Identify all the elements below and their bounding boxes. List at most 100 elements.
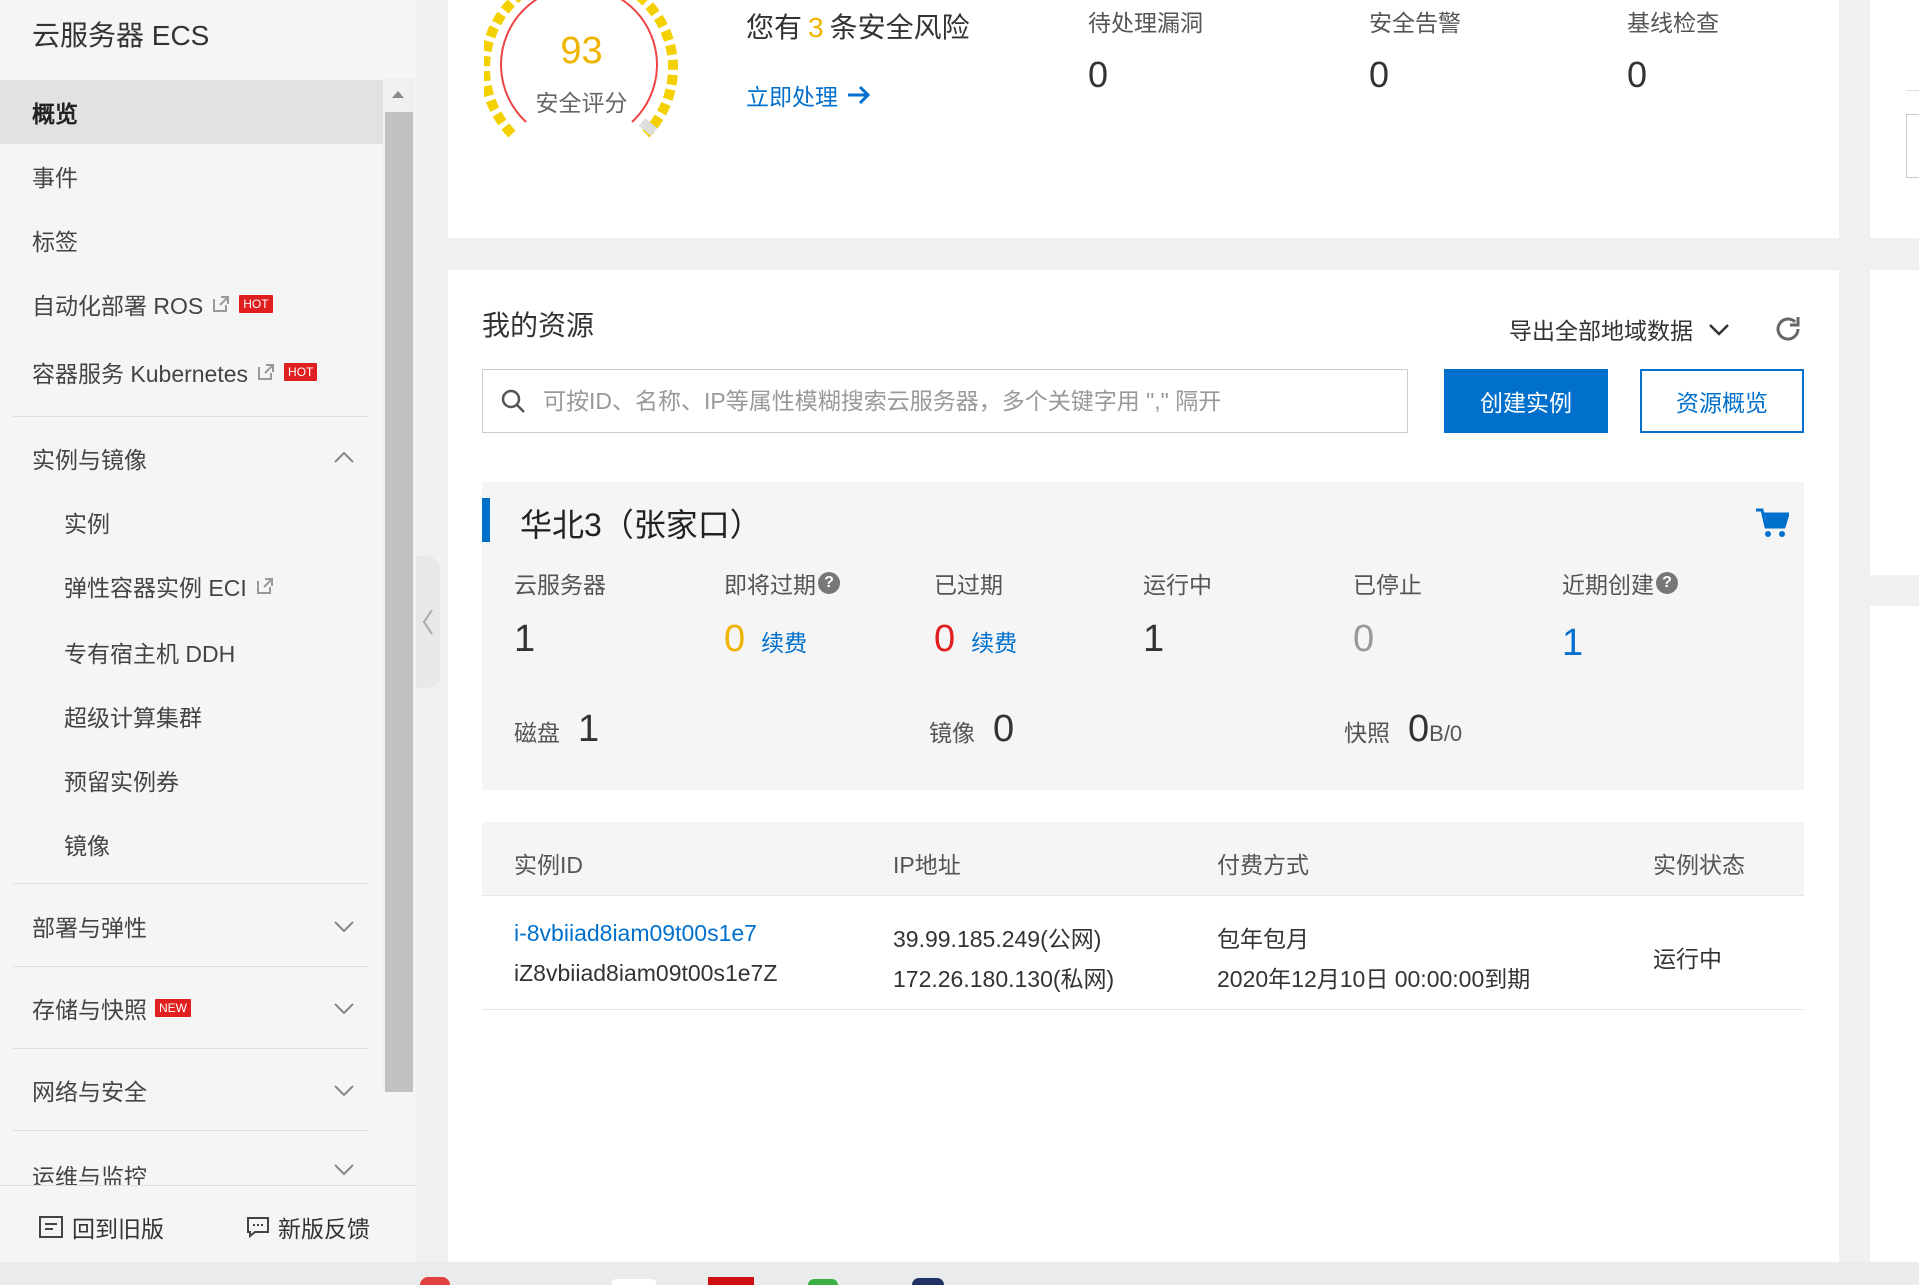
divider xyxy=(13,1130,369,1131)
sidebar-item-reserved[interactable]: 预留实例券 xyxy=(0,748,383,812)
payment-type: 包年包月 xyxy=(1217,926,1309,952)
disk-value[interactable]: 1 xyxy=(578,708,599,751)
sidebar-group-network[interactable]: 网络与安全 xyxy=(0,1058,383,1122)
image-value[interactable]: 0 xyxy=(993,708,1014,751)
sidebar-scrollbar-thumb[interactable] xyxy=(385,112,413,1092)
external-link-icon xyxy=(258,364,275,380)
right-panel-card xyxy=(1870,0,1919,238)
taskbar-app-icon[interactable] xyxy=(808,1279,838,1285)
stat-value-text[interactable]: 0 xyxy=(934,618,955,661)
sidebar-item-ddh[interactable]: 专有宿主机 DDH xyxy=(0,620,383,684)
stat-vulnerabilities-title: 待处理漏洞 xyxy=(1088,10,1203,36)
snapshot-value[interactable]: 0B/0 xyxy=(1408,708,1462,751)
hot-badge: HOT xyxy=(239,295,273,313)
sidebar-item-kubernetes[interactable]: 容器服务 Kubernetes HOT xyxy=(0,340,383,404)
stat-value-text: 1 xyxy=(514,618,536,660)
stat-label-text: 已过期 xyxy=(934,572,1003,598)
sidebar-item-eci[interactable]: 弹性容器实例 ECI xyxy=(0,554,383,618)
renew-link[interactable]: 续费 xyxy=(761,624,807,658)
renew-link[interactable]: 续费 xyxy=(971,624,1017,658)
col-payment-type: 付费方式 xyxy=(1217,852,1309,878)
search-input[interactable] xyxy=(543,387,1407,415)
stat-alerts-value[interactable]: 0 xyxy=(1369,54,1389,96)
new-badge: NEW xyxy=(155,999,191,1017)
stat-stopped-value[interactable]: 0 xyxy=(1353,618,1374,661)
stat-value-text: 1 xyxy=(1143,618,1165,660)
sidebar-group-label: 存储与快照 xyxy=(32,997,147,1023)
stat-value-text[interactable]: 0 xyxy=(724,618,745,661)
stat-servers-value[interactable]: 1 xyxy=(514,618,535,661)
create-instance-button[interactable]: 创建实例 xyxy=(1444,369,1608,433)
sidebar-item-label: 超级计算集群 xyxy=(64,705,202,731)
sidebar-item-ros[interactable]: 自动化部署 ROS HOT xyxy=(0,272,383,336)
instance-table-header xyxy=(482,822,1804,896)
refresh-icon[interactable] xyxy=(1773,314,1803,344)
old-version-icon xyxy=(39,1216,63,1238)
sidebar-group-instances[interactable]: 实例与镜像 xyxy=(0,426,383,490)
scroll-up-arrow-icon[interactable] xyxy=(388,84,408,104)
partial-input xyxy=(1906,114,1919,178)
divider xyxy=(13,1048,369,1049)
stat-value-text: 0 xyxy=(1353,618,1375,660)
divider xyxy=(13,966,369,967)
sidebar-item-label: 弹性容器实例 ECI xyxy=(64,575,247,601)
sidebar-item-instances[interactable]: 实例 xyxy=(0,490,383,554)
stat-baseline-value[interactable]: 0 xyxy=(1627,54,1647,96)
sidebar-group-deploy[interactable]: 部署与弹性 xyxy=(0,894,383,958)
export-region-data-dropdown[interactable]: 导出全部地域数据 xyxy=(1509,312,1731,346)
stat-expired-label: 已过期 xyxy=(934,566,1003,600)
sidebar-group-label: 实例与镜像 xyxy=(32,447,147,473)
chevron-down-icon xyxy=(1709,324,1729,336)
stat-expiring-value: 0 续费 xyxy=(724,618,807,661)
taskbar-app-icon[interactable] xyxy=(912,1278,944,1285)
stat-label-text: 即将过期 xyxy=(724,572,816,598)
stat-running-label: 运行中 xyxy=(1143,566,1212,600)
sidebar-item-label: 预留实例券 xyxy=(64,769,179,795)
sidebar-collapse-handle[interactable] xyxy=(416,556,440,688)
external-link-icon xyxy=(213,296,230,312)
hot-badge: HOT xyxy=(284,363,318,381)
sidebar-group-label: 运维与监控 xyxy=(32,1164,147,1185)
image-label: 镜像 xyxy=(929,720,975,746)
handle-now-link[interactable]: 立即处理 xyxy=(746,78,872,112)
stat-recent-value[interactable]: 1 xyxy=(1562,622,1583,665)
col-instance-id: 实例ID xyxy=(514,852,583,878)
help-icon[interactable]: ? xyxy=(1656,572,1678,594)
arrow-right-icon xyxy=(848,85,871,105)
instance-search-box[interactable] xyxy=(482,369,1408,433)
back-to-old-version-link[interactable]: 回到旧版 xyxy=(38,1210,164,1244)
taskbar-app-icon[interactable] xyxy=(420,1277,450,1285)
resource-overview-button[interactable]: 资源概览 xyxy=(1640,369,1804,433)
sidebar-group-storage[interactable]: 存储与快照 NEW xyxy=(0,976,383,1040)
stat-expiring-label: 即将过期? xyxy=(724,566,840,600)
chevron-left-icon xyxy=(422,609,433,635)
instance-id-link[interactable]: i-8vbiiad8iam09t00s1e7 xyxy=(514,920,757,947)
feedback-link[interactable]: 新版反馈 xyxy=(246,1210,370,1244)
stat-value-text: 1 xyxy=(1562,622,1584,664)
stat-vulnerabilities-value[interactable]: 0 xyxy=(1088,54,1108,96)
taskbar-app-icon[interactable] xyxy=(612,1279,656,1285)
stat-expired-value: 0 续费 xyxy=(934,618,1017,661)
external-link-icon xyxy=(256,578,273,594)
stat-servers-label: 云服务器 xyxy=(514,566,606,600)
sidebar-group-ops[interactable]: 运维与监控 xyxy=(0,1140,383,1185)
right-panel-card xyxy=(1870,270,1919,575)
sidebar-item-label: 容器服务 Kubernetes xyxy=(32,361,249,387)
stat-alerts-title: 安全告警 xyxy=(1369,10,1461,36)
sidebar-item-overview[interactable]: 概览 xyxy=(0,80,383,144)
risk-suffix: 条安全风险 xyxy=(829,12,970,43)
sidebar-item-images[interactable]: 镜像 xyxy=(0,812,383,876)
sidebar-item-events[interactable]: 事件 xyxy=(0,144,383,208)
cart-icon[interactable] xyxy=(1755,507,1789,539)
help-icon[interactable]: ? xyxy=(818,572,840,594)
handle-now-label: 立即处理 xyxy=(746,84,838,110)
risk-count: 3 xyxy=(808,12,824,43)
sidebar-item-scc[interactable]: 超级计算集群 xyxy=(0,684,383,748)
stat-running-value[interactable]: 1 xyxy=(1143,618,1164,661)
snapshot-label: 快照 xyxy=(1344,720,1390,746)
stat-stopped-label: 已停止 xyxy=(1353,566,1422,600)
taskbar-strip xyxy=(0,1262,1919,1285)
sidebar-item-label: 专有宿主机 DDH xyxy=(64,641,236,667)
sidebar-item-tags[interactable]: 标签 xyxy=(0,208,383,272)
taskbar-app-icon[interactable] xyxy=(708,1277,754,1285)
